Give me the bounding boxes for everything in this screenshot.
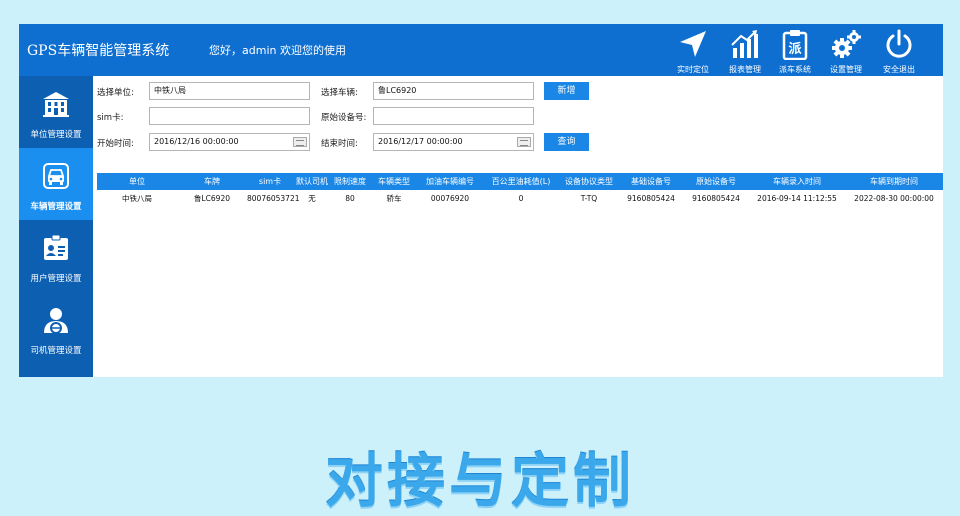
- driver-icon: [44, 308, 68, 334]
- device-label: 原始设备号:: [321, 113, 367, 123]
- add-button[interactable]: 新增: [544, 82, 589, 100]
- sidebar-item-label: 单位管理设置: [30, 130, 82, 140]
- nav-label: 实时定位: [677, 65, 709, 74]
- column-header[interactable]: 设备协议类型: [557, 173, 621, 190]
- navigation-arrow-icon: [680, 31, 706, 57]
- nav-logout[interactable]: 安全退出: [874, 24, 924, 76]
- calendar-icon[interactable]: [293, 137, 307, 147]
- power-icon: [886, 29, 912, 58]
- device-input[interactable]: [373, 107, 534, 125]
- column-header[interactable]: 限制速度: [331, 173, 369, 190]
- nav-label: 安全退出: [883, 65, 915, 74]
- cell-type: 轿车: [386, 194, 402, 203]
- cell-expiry-time: 2022-08-30 00:00:00: [854, 194, 934, 203]
- query-button[interactable]: 查询: [544, 133, 589, 151]
- sim-input[interactable]: [149, 107, 310, 125]
- vehicle-table: 单位 车牌 sim卡 默认司机 限制速度 车辆类型 加油车辆编号 百公里油耗值(…: [97, 173, 943, 208]
- sidebar-item-driver[interactable]: 司机管理设置: [19, 292, 93, 364]
- svg-text:派: 派: [788, 42, 802, 57]
- nav-settings[interactable]: 设置管理: [821, 24, 871, 76]
- cell-fuel-no: 00076920: [430, 194, 470, 203]
- sidebar-item-vehicle[interactable]: 车辆管理设置: [19, 148, 93, 220]
- dispatch-clipboard-icon: 派: [782, 30, 808, 60]
- id-card-icon: [44, 234, 68, 260]
- sidebar-item-label: 车辆管理设置: [30, 202, 82, 212]
- column-header[interactable]: 车牌: [177, 173, 247, 190]
- sidebar-item-label: 司机管理设置: [30, 346, 82, 356]
- table-header: 单位 车牌 sim卡 默认司机 限制速度 车辆类型 加油车辆编号 百公里油耗值(…: [97, 173, 943, 190]
- nav-dispatch[interactable]: 派 派车系统: [770, 24, 820, 76]
- top-bar: GPS车辆智能管理系统 您好，admin 欢迎您的使用 实时定位 报表管理 派 …: [19, 24, 943, 76]
- start-time-label: 开始时间:: [97, 139, 134, 149]
- start-time-input[interactable]: 2016/12/16 00:00:00: [149, 133, 310, 151]
- sim-label: sim卡:: [97, 113, 124, 123]
- cell-base-device: 9160805424: [627, 194, 675, 203]
- welcome-text: 您好，admin 欢迎您的使用: [209, 44, 346, 57]
- column-header[interactable]: 百公里油耗值(L): [485, 173, 557, 190]
- cell-plate: 鲁LC6920: [193, 194, 230, 203]
- cell-raw-device: 9160805424: [692, 194, 740, 203]
- column-header[interactable]: 车辆录入时间: [749, 173, 845, 190]
- gears-icon: [832, 30, 861, 58]
- sidebar-item-label: 用户管理设置: [30, 274, 82, 284]
- column-header[interactable]: 单位: [97, 173, 177, 190]
- unit-label: 选择单位:: [97, 88, 134, 98]
- end-time-input[interactable]: 2016/12/17 00:00:00: [373, 133, 534, 151]
- unit-select[interactable]: 中铁八局: [149, 82, 310, 100]
- start-time-value: 2016/12/16 00:00:00: [154, 137, 239, 146]
- column-header[interactable]: 车辆类型: [369, 173, 419, 190]
- column-header[interactable]: 原始设备号: [683, 173, 749, 190]
- nav-reports[interactable]: 报表管理: [720, 24, 770, 76]
- car-icon: [43, 163, 69, 189]
- column-header[interactable]: sim卡: [247, 173, 293, 190]
- vehicle-label: 选择车辆:: [321, 88, 358, 98]
- cell-fuel-consumption: 0: [518, 194, 524, 203]
- sidebar-item-user[interactable]: 用户管理设置: [19, 220, 93, 292]
- column-header[interactable]: 默认司机: [293, 173, 331, 190]
- cell-entry-time: 2016-09-14 11:12:55: [757, 194, 837, 203]
- vehicle-select[interactable]: 鲁LC6920: [373, 82, 534, 100]
- sidebar-item-unit[interactable]: 单位管理设置: [19, 76, 93, 148]
- building-icon: [43, 92, 69, 117]
- calendar-icon[interactable]: [517, 137, 531, 147]
- nav-label: 报表管理: [729, 65, 761, 74]
- column-header[interactable]: 车辆到期时间: [847, 173, 941, 190]
- nav-realtime-location[interactable]: 实时定位: [668, 24, 718, 76]
- nav-label: 设置管理: [830, 65, 862, 74]
- app-title: GPS车辆智能管理系统: [27, 43, 170, 59]
- cell-speed: 80: [345, 194, 355, 203]
- cell-sim: 80076053721: [247, 194, 300, 203]
- table-row[interactable]: 中铁八局 鲁LC6920 80076053721 无 80 轿车 0007692…: [97, 190, 943, 208]
- cell-protocol: T-TQ: [580, 194, 598, 203]
- column-header[interactable]: 基础设备号: [621, 173, 681, 190]
- sidebar: 单位管理设置 车辆管理设置 用户管理设置 司机管理设置: [19, 76, 93, 377]
- nav-label: 派车系统: [779, 65, 811, 74]
- end-time-label: 结束时间:: [321, 139, 358, 149]
- cell-unit: 中铁八局: [122, 194, 152, 203]
- column-header[interactable]: 加油车辆编号: [419, 173, 481, 190]
- banner-title: 对接与定制: [324, 447, 635, 515]
- bar-chart-icon: [731, 30, 758, 58]
- cell-driver: 无: [308, 194, 316, 203]
- end-time-value: 2016/12/17 00:00:00: [378, 137, 463, 146]
